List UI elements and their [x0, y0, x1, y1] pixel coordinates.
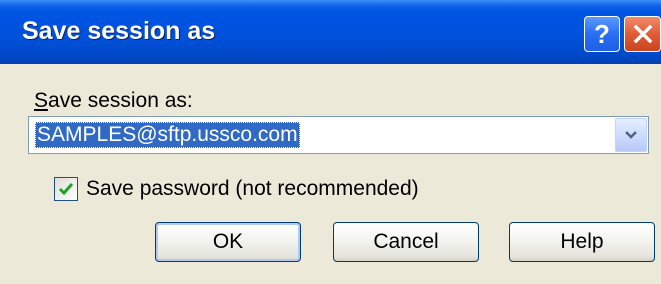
- cancel-button[interactable]: Cancel: [333, 222, 479, 262]
- session-name-label-text: ave session as:: [48, 89, 193, 112]
- checkmark-icon: [58, 183, 74, 196]
- session-name-label-accesskey: S: [34, 89, 49, 112]
- ok-button[interactable]: OK: [155, 222, 301, 262]
- session-name-combobox[interactable]: SAMPLES@sftp.ussco.com: [28, 116, 649, 154]
- session-name-label: Save session as:: [34, 88, 193, 114]
- save-password-option[interactable]: Save password (not recommended): [54, 176, 419, 202]
- close-icon: [633, 24, 652, 44]
- titlebar-help-button[interactable]: ?: [584, 16, 620, 52]
- save-password-checkbox[interactable]: [54, 177, 78, 201]
- help-icon: ?: [594, 21, 610, 47]
- chevron-down-icon: [625, 131, 637, 139]
- titlebar-close-button[interactable]: [624, 16, 661, 52]
- svg-text:?: ?: [594, 21, 610, 47]
- help-button[interactable]: Help: [509, 222, 655, 262]
- save-password-label[interactable]: Save password (not recommended): [86, 176, 419, 202]
- combobox-dropdown-button[interactable]: [615, 118, 647, 152]
- title-bar[interactable]: Save session as ?: [0, 0, 661, 64]
- session-name-value[interactable]: SAMPLES@sftp.ussco.com: [35, 122, 300, 148]
- window-title: Save session as: [22, 17, 216, 45]
- save-session-dialog: Save session as ? Save session as: SAMPL…: [0, 0, 661, 284]
